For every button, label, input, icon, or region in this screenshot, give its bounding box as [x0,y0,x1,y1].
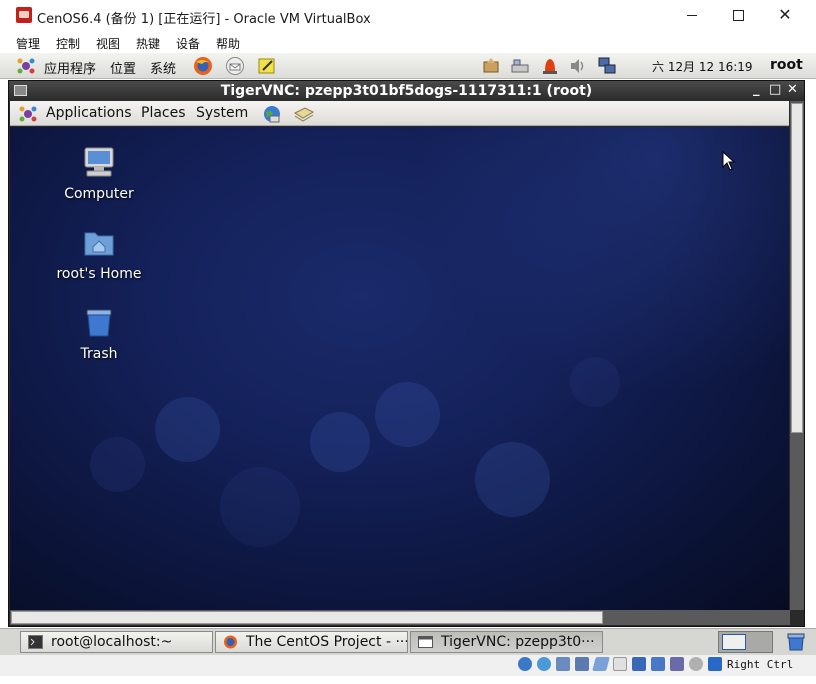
horizontal-scrollbar-thumb[interactable] [11,611,603,624]
computer-icon [84,147,114,177]
vnc-title: TigerVNC: pzepp3t01bf5dogs-1117311:1 (ro… [220,83,593,99]
taskbar-item-label: root@localhost:~ [51,634,173,650]
network-status-icon[interactable] [597,56,617,76]
panel-menu-applications[interactable]: 应用程序 [44,58,96,77]
vertical-scrollbar-thumb[interactable] [791,103,803,433]
alert-beacon-icon[interactable] [540,56,560,76]
vnc-menu-applications[interactable]: Applications [46,105,132,121]
virtualization-icon[interactable] [670,657,684,671]
web-browser-globe-icon[interactable] [262,104,282,124]
desktop-icon-trash[interactable]: Trash [49,305,149,362]
display-icon[interactable] [632,657,646,671]
vnc-menu-places[interactable]: Places [141,105,186,121]
vbox-menu-bar: 管理 控制 视图 热键 设备 帮助 [0,32,816,53]
menu-hotkey[interactable]: 热键 [136,35,160,52]
audio-icon[interactable] [556,657,570,671]
keyboard-capture-icon[interactable] [708,657,722,671]
hard-disk-icon[interactable] [518,657,532,671]
vnc-top-panel: Applications Places System [10,101,789,126]
guest-taskbar: root@localhost:~ The CentOS Project - ··… [0,628,816,655]
workspace-switcher[interactable] [718,631,773,653]
vnc-maximize-button[interactable]: □ [769,82,781,97]
window-title: CenOS6.4 (备份 1) [正在运行] - Oracle VM Virtu… [37,12,371,27]
panel-menu-system[interactable]: 系统 [150,58,176,77]
menu-control[interactable]: 控制 [56,35,80,52]
vnc-window: TigerVNC: pzepp3t01bf5dogs-1117311:1 (ro… [8,80,805,627]
desktop-icon-home[interactable]: root's Home [49,225,149,282]
trash-applet-icon[interactable] [786,633,806,651]
video-capture-icon[interactable] [651,657,665,671]
trash-icon [86,309,112,337]
taskbar-item-label: TigerVNC: pzepp3t0··· [441,634,595,650]
vertical-scrollbar[interactable] [790,101,804,610]
usb-icon[interactable] [592,657,610,671]
volume-icon[interactable] [568,56,588,76]
home-folder-icon [84,232,114,256]
mouse-integration-icon[interactable] [689,657,703,671]
gnome-foot-icon[interactable] [18,104,38,124]
menu-devices[interactable]: 设备 [176,35,200,52]
panel-clock[interactable]: 六 12月 12 16:19 [652,58,753,75]
menu-help[interactable]: 帮助 [216,35,240,52]
desktop-area[interactable]: Computer root's Home Trash [10,127,789,610]
host-key-label: Right Ctrl [727,658,794,671]
close-button[interactable]: ✕ [771,4,799,26]
panel-user[interactable]: root [770,57,803,73]
mail-client-icon[interactable] [225,56,245,76]
vnc-menu-system[interactable]: System [196,105,248,121]
software-update-icon[interactable] [481,56,501,76]
shared-folders-icon[interactable] [613,657,627,671]
vnc-minimize-button[interactable]: _ [753,82,760,97]
virtualbox-app-icon [16,7,32,23]
menu-view[interactable]: 视图 [96,35,120,52]
menu-manage[interactable]: 管理 [16,35,40,52]
guest-top-panel: 应用程序 位置 系统 六 12月 12 16:19 root [0,53,816,79]
vnc-close-button[interactable]: ✕ [787,82,798,97]
vbox-status-bar: Right Ctrl [0,655,816,676]
taskbar-item-terminal[interactable]: root@localhost:~ [20,631,213,653]
firefox-icon[interactable] [193,56,213,76]
notes-edit-icon[interactable] [257,56,277,76]
mouse-cursor-icon [722,151,736,171]
network-manager-icon[interactable] [510,56,530,76]
desktop-icon-computer[interactable]: Computer [49,145,149,202]
firefox-icon [224,635,237,649]
horizontal-scrollbar[interactable] [10,610,790,625]
taskbar-item-label: The CentOS Project - ··· [246,634,408,650]
window-title-bar: CenOS6.4 (备份 1) [正在运行] - Oracle VM Virtu… [0,0,816,32]
desktop-icon-label: Computer [64,186,134,202]
notes-stack-icon[interactable] [293,104,315,124]
vnc-window-icon [418,636,433,648]
minimize-button[interactable] [678,4,706,26]
network-icon[interactable] [575,657,589,671]
gnome-foot-icon[interactable] [16,56,36,76]
optical-drive-icon[interactable] [537,657,551,671]
maximize-button[interactable] [724,4,752,26]
terminal-icon [28,635,43,649]
vnc-title-bar[interactable]: TigerVNC: pzepp3t01bf5dogs-1117311:1 (ro… [9,81,804,101]
workspace-1[interactable] [722,634,746,650]
taskbar-item-firefox[interactable]: The CentOS Project - ··· [215,631,408,653]
taskbar-item-vnc[interactable]: TigerVNC: pzepp3t0··· [410,631,603,653]
desktop-icon-label: root's Home [56,266,142,282]
desktop-icon-label: Trash [80,346,118,362]
panel-menu-places[interactable]: 位置 [110,58,136,77]
